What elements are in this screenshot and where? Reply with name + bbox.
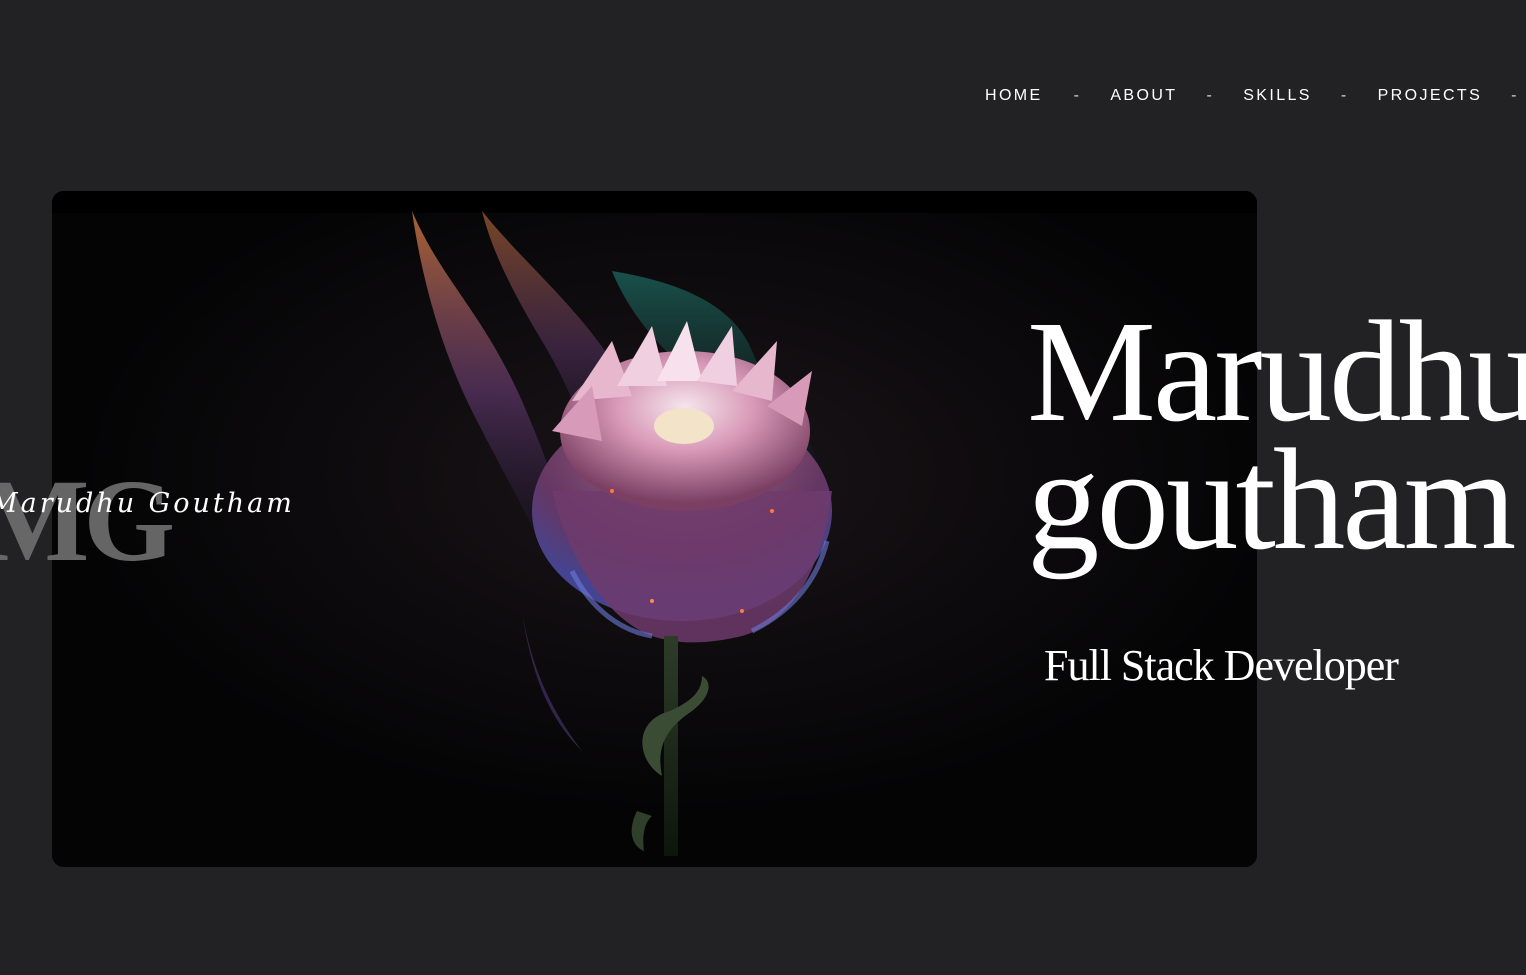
logo-script-name: Marudhu Goutham — [0, 488, 295, 519]
nav-separator: - — [1340, 87, 1349, 104]
hero-name: Marudhu goutham — [1027, 292, 1526, 580]
main-nav: HOME - ABOUT - SKILLS - PROJECTS - — [985, 84, 1526, 108]
nav-home-link[interactable]: HOME — [985, 87, 1043, 105]
nav-projects-link[interactable]: PROJECTS — [1378, 87, 1483, 105]
nav-skills-link[interactable]: SKILLS — [1243, 87, 1312, 105]
hero-name-line-1: Marudhu — [1027, 292, 1526, 452]
nav-about-link[interactable]: ABOUT — [1110, 87, 1177, 105]
hero-name-line-2: goutham — [1027, 420, 1516, 580]
nav-separator: - — [1206, 87, 1215, 104]
nav-separator: - — [1511, 87, 1519, 104]
logo-monogram: MG — [0, 455, 175, 586]
hero-role: Full Stack Developer — [1044, 641, 1399, 690]
site-logo[interactable]: MG Marudhu Goutham — [0, 455, 292, 590]
nav-separator: - — [1073, 87, 1082, 104]
